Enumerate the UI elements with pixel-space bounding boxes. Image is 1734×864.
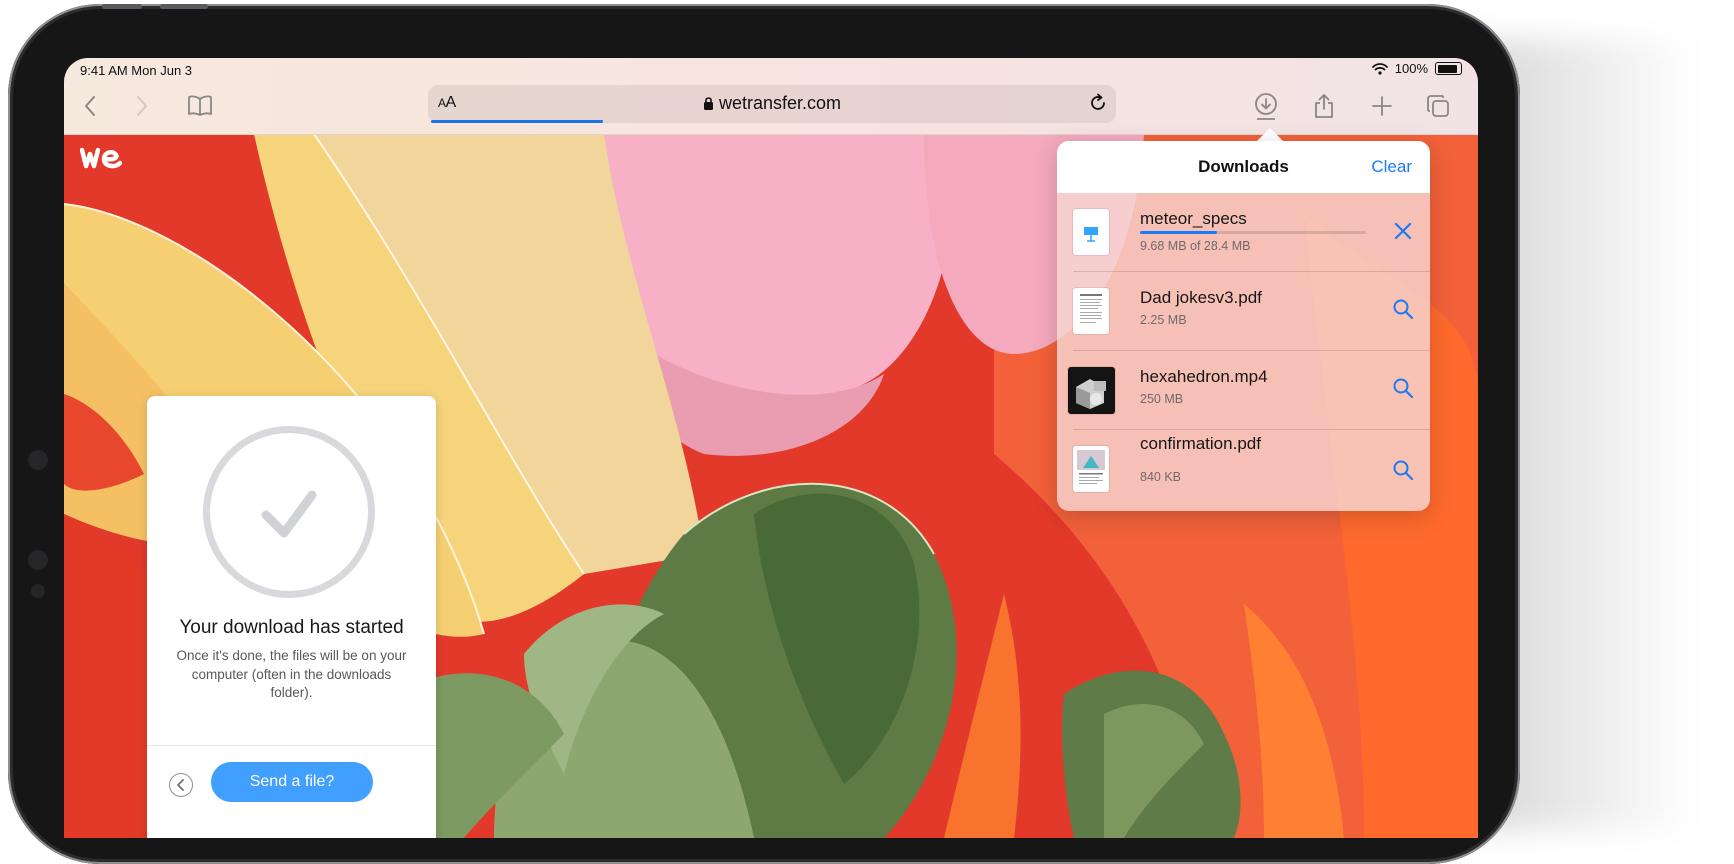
file-size: 250 MB [1140, 392, 1184, 406]
card-description: Once it's done, the files will be on you… [176, 648, 407, 700]
screen: 9:41 AM Mon Jun 3 100% AA wetransfer.com… [64, 58, 1478, 838]
lock-icon [703, 97, 713, 110]
file-name: Dad jokesv3.pdf [1140, 288, 1262, 307]
battery-percent: 100% [1394, 61, 1428, 76]
chevron-left-icon [177, 779, 184, 791]
download-started-card: Your download has started Once it's done… [147, 396, 436, 838]
side-sensor [31, 584, 45, 598]
download-icon[interactable] [1252, 92, 1280, 120]
plus-icon[interactable] [1368, 92, 1396, 120]
video-thumbnail [1068, 367, 1115, 414]
url-text: wetransfer.com [718, 93, 842, 113]
card-title: Your download has started [179, 617, 404, 638]
download-item[interactable]: Dad jokesv3.pdf 2.25 MB [1057, 272, 1430, 351]
back-circle-button[interactable] [169, 773, 193, 797]
cancel-icon[interactable] [1390, 218, 1416, 244]
bookmarks-icon[interactable] [186, 92, 214, 120]
download-item[interactable]: meteor_specs 9.68 MB of 28.4 MB [1057, 193, 1430, 272]
clear-button[interactable]: Clear [1371, 157, 1412, 177]
forward-chevron-icon[interactable] [128, 92, 156, 120]
back-chevron-icon[interactable] [76, 92, 104, 120]
popover-arrow [1256, 128, 1284, 142]
file-size: 840 KB [1140, 470, 1182, 484]
download-item[interactable]: confirmation.pdf 840 KB [1057, 430, 1430, 509]
safari-toolbar: 9:41 AM Mon Jun 3 100% AA wetransfer.com [64, 58, 1478, 135]
status-indicators: 100% [1371, 61, 1462, 76]
send-file-button[interactable]: Send a file? [211, 762, 373, 802]
wetransfer-logo[interactable] [80, 146, 124, 170]
checkmark-circle-icon [203, 426, 375, 598]
address-bar[interactable]: AA wetransfer.com [428, 85, 1116, 123]
top-button [160, 4, 208, 9]
popover-header: Downloads Clear [1057, 141, 1430, 193]
pdf-file-icon [1073, 288, 1109, 334]
side-sensor [28, 450, 48, 470]
file-name: hexahedron.mp4 [1140, 367, 1268, 386]
download-item[interactable]: hexahedron.mp4 250 MB [1057, 351, 1430, 430]
keynote-file-icon [1073, 209, 1109, 255]
battery-icon [1435, 62, 1462, 75]
magnifier-icon[interactable] [1390, 296, 1416, 322]
url-display[interactable]: wetransfer.com [428, 93, 1116, 114]
magnifier-icon[interactable] [1390, 375, 1416, 401]
page-load-progress [431, 120, 603, 123]
side-sensor [28, 550, 48, 570]
file-name: meteor_specs [1140, 209, 1247, 228]
divider [147, 745, 436, 746]
status-time: 9:41 AM Mon Jun 3 [80, 63, 193, 78]
magnifier-icon[interactable] [1390, 457, 1416, 483]
share-icon[interactable] [1310, 92, 1338, 120]
download-progress-bar [1140, 231, 1366, 234]
top-button [102, 4, 142, 9]
wifi-icon [1371, 62, 1388, 75]
downloads-popover: Downloads Clear meteor_specs 9.68 MB of … [1057, 141, 1430, 511]
ipad-frame: 9:41 AM Mon Jun 3 100% AA wetransfer.com… [8, 4, 1520, 864]
pdf-file-icon [1073, 446, 1109, 492]
file-size: 9.68 MB of 28.4 MB [1140, 239, 1251, 253]
file-size: 2.25 MB [1140, 313, 1187, 327]
reload-icon[interactable] [1088, 93, 1108, 113]
tabs-icon[interactable] [1424, 92, 1452, 120]
file-name: confirmation.pdf [1140, 434, 1261, 453]
